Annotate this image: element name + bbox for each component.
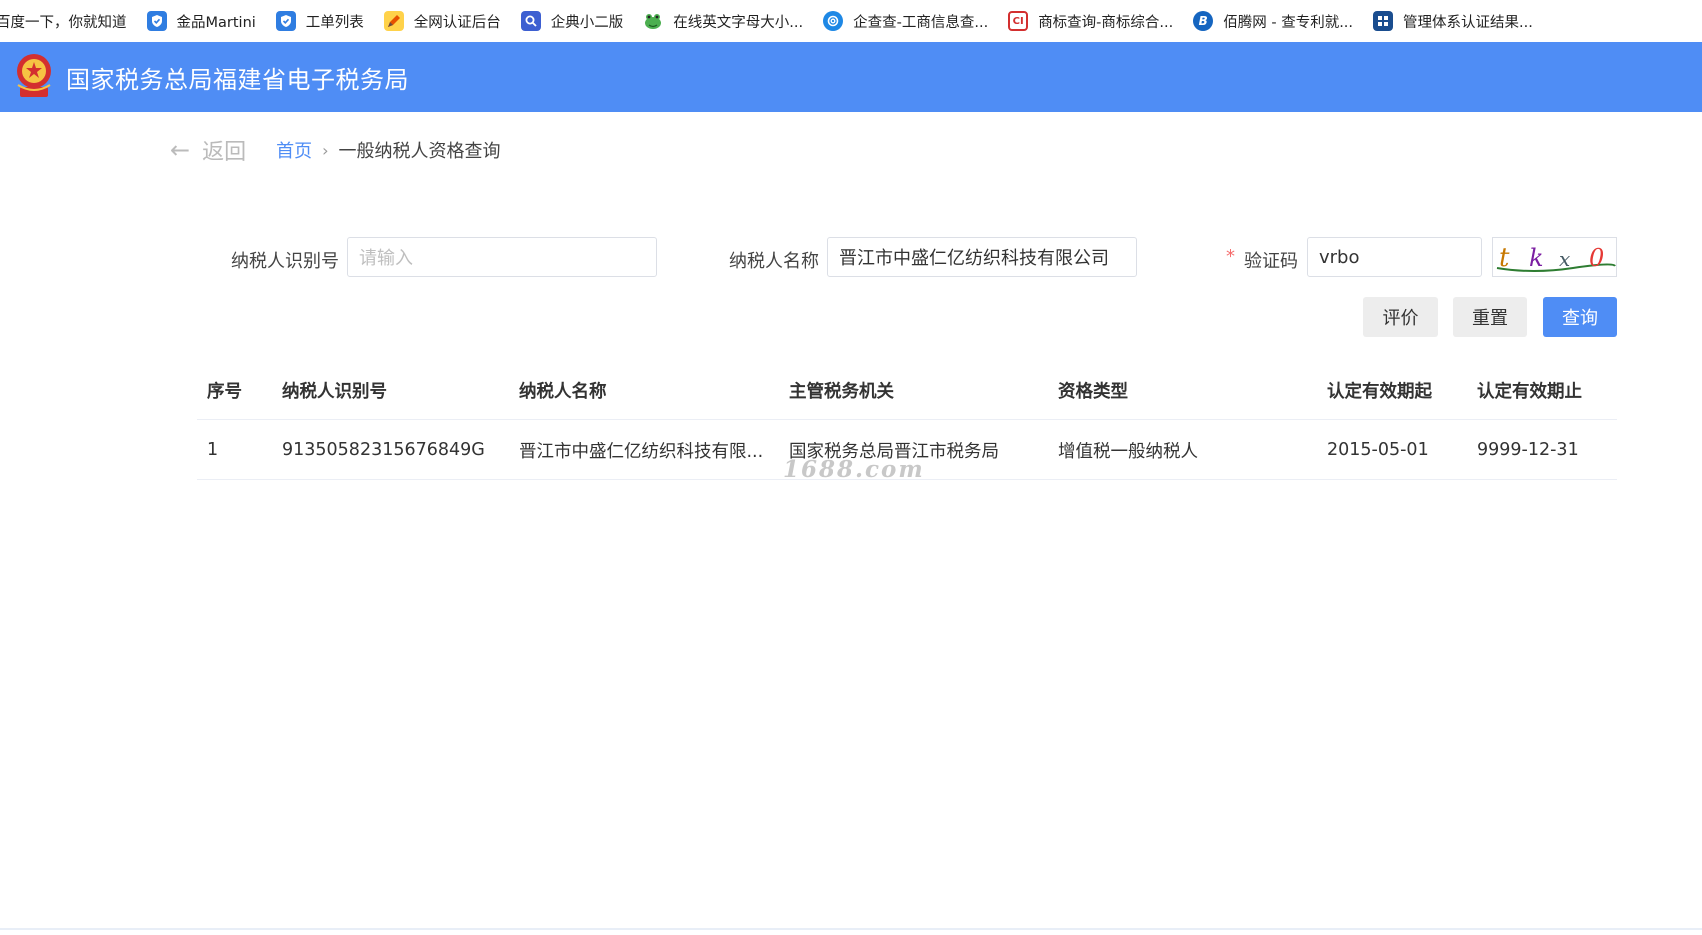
cell-index: 1 (207, 440, 219, 460)
bookmark-baidu[interactable]: 百度一下，你就知道 (0, 11, 127, 32)
bookmark-case-converter[interactable]: 在线英文字母大小... (643, 11, 803, 32)
col-qualification-type-header: 资格类型 (1058, 381, 1128, 402)
search-icon (520, 11, 541, 31)
captcha-input[interactable]: vrbo (1307, 237, 1482, 277)
bookmark-label: 企典小二版 (550, 14, 624, 31)
bookmark-label: 管理体系认证结果... (1403, 14, 1533, 31)
trademark-icon: CI (1008, 11, 1029, 31)
bookmark-label: 百度一下，你就知道 (0, 14, 127, 31)
svg-text:x: x (1559, 247, 1570, 271)
taxpayer-name-label: 纳税人名称 (729, 251, 819, 272)
cell-taxpayer-name: 晋江市中盛仁亿纺织科技有限... (519, 441, 764, 462)
query-button[interactable]: 查询 (1543, 297, 1617, 337)
col-tax-authority-header: 主管税务机关 (789, 381, 894, 402)
cell-valid-from: 2015-05-01 (1327, 440, 1429, 460)
bookmark-ticket-list[interactable]: 工单列表 (275, 11, 364, 32)
breadcrumb-current: 一般纳税人资格查询 (338, 141, 501, 162)
bookmark-label: 全网认证后台 (413, 14, 501, 31)
cell-taxpayer-id: 91350582315676849G (282, 440, 485, 460)
captcha-label: 验证码 (1244, 251, 1298, 272)
bookmark-qichacha[interactable]: 企查查-工商信息查... (823, 11, 988, 32)
bookmark-label: 工单列表 (305, 14, 364, 31)
bookmark-label: 商标查询-商标综合... (1038, 14, 1174, 31)
site-header: 国家税务总局福建省电子税务局 (0, 42, 1702, 112)
breadcrumb-home-link[interactable]: 首页 (276, 137, 312, 163)
cell-valid-to: 9999-12-31 (1477, 440, 1579, 460)
required-mark: * (1226, 246, 1235, 267)
bookmark-jinpin-martini[interactable]: 金品Martini (146, 11, 256, 32)
bookmark-label: 企查查-工商信息查... (853, 14, 989, 31)
bookmark-label: 在线英文字母大小... (673, 14, 804, 31)
pencil-icon (383, 11, 404, 31)
taxpayer-id-input[interactable]: 请输入 (347, 237, 657, 277)
bookmark-label: 佰腾网 - 查专利就... (1223, 14, 1354, 31)
col-taxpayer-id-header: 纳税人识别号 (282, 381, 387, 402)
watermark: 1688.com (783, 456, 925, 483)
bookmark-cert-admin[interactable]: 全网认证后台 (383, 11, 501, 32)
svg-text:0: 0 (1589, 244, 1604, 272)
reset-button[interactable]: 重置 (1453, 297, 1527, 337)
qcc-icon (823, 11, 844, 31)
national-emblem-icon (17, 54, 51, 97)
frog-icon (643, 11, 663, 31)
captcha-image[interactable]: t k x 0 (1492, 237, 1617, 277)
back-arrow-icon[interactable]: ← (170, 136, 190, 164)
page-bottom-divider (0, 928, 1702, 930)
rate-button[interactable]: 评价 (1363, 297, 1438, 337)
col-index-header: 序号 (207, 381, 242, 402)
col-taxpayer-name-header: 纳税人名称 (519, 381, 607, 402)
bookmark-qidian[interactable]: 企典小二版 (520, 11, 624, 32)
shield-icon (146, 11, 167, 31)
breadcrumb: ← 返回 首页 › 一般纳税人资格查询 (170, 134, 501, 166)
bookmark-baiteng[interactable]: B 佰腾网 - 查专利就... (1193, 11, 1353, 32)
back-button[interactable]: 返回 (202, 134, 246, 166)
cell-qualification-type: 增值税一般纳税人 (1058, 441, 1198, 462)
bookmark-trademark[interactable]: CI 商标查询-商标综合... (1008, 11, 1173, 32)
taxpayer-name-input[interactable]: 晋江市中盛仁亿纺织科技有限公司 (827, 237, 1137, 277)
table-header: 序号 纳税人识别号 纳税人名称 主管税务机关 资格类型 认定有效期起 认定有效期… (197, 360, 1617, 420)
site-title: 国家税务总局福建省电子税务局 (66, 65, 409, 94)
b-icon: B (1193, 11, 1214, 31)
breadcrumb-separator: › (322, 140, 329, 160)
svg-text:k: k (1529, 244, 1544, 272)
shield-icon (275, 11, 296, 31)
taxpayer-id-label: 纳税人识别号 (231, 251, 339, 272)
bookmarks-bar: 百度一下，你就知道 金品Martini 工单列表 全网认证后台 企典小二版 在线… (0, 0, 1702, 42)
bookmark-cert-results[interactable]: 管理体系认证结果... (1373, 11, 1533, 32)
col-valid-from-header: 认定有效期起 (1327, 381, 1432, 402)
col-valid-to-header: 认定有效期止 (1477, 381, 1582, 402)
bookmark-label: 金品Martini (176, 14, 256, 31)
svg-text:t: t (1499, 243, 1510, 273)
grid-icon (1373, 11, 1394, 31)
